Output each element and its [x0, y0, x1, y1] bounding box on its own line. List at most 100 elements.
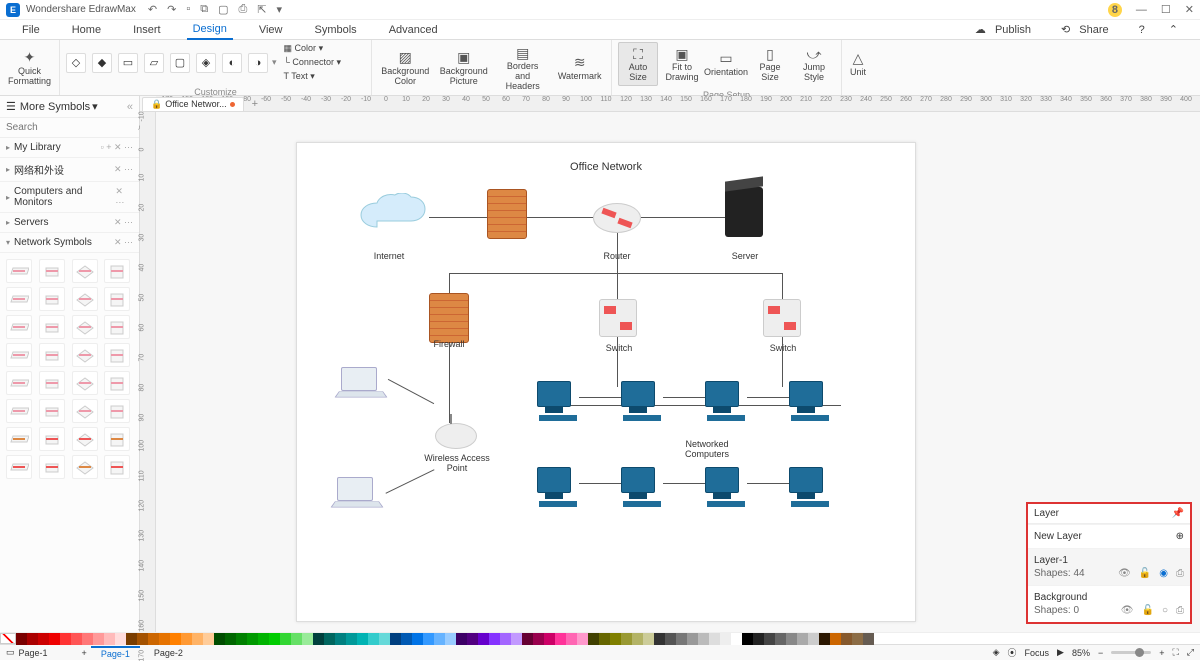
color-swatch[interactable] — [478, 633, 489, 645]
color-swatch[interactable] — [467, 633, 478, 645]
jump-style-button[interactable]: ⤻Jump Style — [794, 43, 834, 85]
symbol-stencil[interactable] — [6, 315, 32, 339]
symbol-stencil[interactable] — [72, 427, 98, 451]
color-swatch[interactable] — [126, 633, 137, 645]
laptop-1[interactable] — [337, 367, 389, 403]
page-tab-2[interactable]: Page-2 — [144, 647, 193, 659]
color-swatch[interactable] — [665, 633, 676, 645]
quick-formatting-button[interactable]: ✦Quick Formatting — [6, 47, 53, 89]
symbol-stencil[interactable] — [72, 259, 98, 283]
color-swatch[interactable] — [709, 633, 720, 645]
symbol-stencil[interactable] — [39, 455, 65, 479]
symbol-stencil[interactable] — [6, 455, 32, 479]
symbol-stencil[interactable] — [6, 427, 32, 451]
color-swatch[interactable] — [335, 633, 346, 645]
export-icon[interactable]: ⇱ — [257, 3, 266, 16]
print-layer-icon[interactable]: ⎙ — [1176, 568, 1184, 579]
color-swatch[interactable] — [357, 633, 368, 645]
page-list-icon[interactable]: ▭ — [6, 647, 15, 658]
color-swatch[interactable] — [544, 633, 555, 645]
color-swatch[interactable] — [764, 633, 775, 645]
color-swatch[interactable] — [643, 633, 654, 645]
color-swatch[interactable] — [346, 633, 357, 645]
symbol-stencil[interactable] — [6, 343, 32, 367]
pin-icon[interactable]: 📌 — [1172, 508, 1184, 519]
color-swatch[interactable] — [104, 633, 115, 645]
layer-1-row[interactable]: Layer-1 Shapes: 44👁🔓◉⎙ — [1028, 548, 1190, 585]
page-size-button[interactable]: ▯Page Size — [750, 43, 790, 85]
open-icon[interactable]: ⧉ — [200, 3, 208, 16]
color-swatch[interactable] — [159, 633, 170, 645]
symbol-stencil[interactable] — [72, 315, 98, 339]
pc-node[interactable] — [789, 467, 831, 505]
color-swatch[interactable] — [489, 633, 500, 645]
unit-button[interactable]: △Unit — [838, 48, 878, 80]
print-icon[interactable]: ⎙ — [238, 3, 247, 16]
symbol-stencil[interactable] — [104, 287, 130, 311]
fit-drawing-button[interactable]: ▣Fit to Drawing — [662, 43, 702, 85]
help-icon[interactable]: ? — [1133, 21, 1151, 39]
symbol-stencil[interactable] — [6, 371, 32, 395]
color-swatch[interactable] — [148, 633, 159, 645]
color-swatch[interactable] — [302, 633, 313, 645]
symbol-stencil[interactable] — [6, 259, 32, 283]
symbol-stencil[interactable] — [39, 399, 65, 423]
symbol-stencil[interactable] — [104, 259, 130, 283]
color-swatch[interactable] — [511, 633, 522, 645]
borders-headers-button[interactable]: ▤Borders and Headers — [495, 42, 550, 94]
color-swatch[interactable] — [632, 633, 643, 645]
ribbon-color[interactable]: ▦ Color ▾ — [281, 42, 344, 55]
drawing-page[interactable]: Office Network Internet Router Server Fi… — [296, 142, 916, 622]
redo-icon[interactable]: ↷ — [167, 3, 176, 16]
color-swatch[interactable] — [401, 633, 412, 645]
zoom-in-button[interactable]: + — [1159, 648, 1164, 658]
color-swatch[interactable] — [236, 633, 247, 645]
color-swatch[interactable] — [863, 633, 874, 645]
new-layer-row[interactable]: New Layer⊕ — [1028, 524, 1190, 548]
menu-design[interactable]: Design — [187, 20, 233, 40]
bg-picture-button[interactable]: ▣Background Picture — [437, 47, 492, 89]
color-swatch[interactable] — [379, 633, 390, 645]
color-swatch[interactable] — [445, 633, 456, 645]
color-swatch[interactable] — [203, 633, 214, 645]
color-swatch[interactable] — [577, 633, 588, 645]
pc-node[interactable] — [621, 381, 663, 419]
color-swatch[interactable] — [137, 633, 148, 645]
pc-node[interactable] — [537, 467, 579, 505]
collapse-panel-icon[interactable]: « — [127, 101, 133, 113]
color-swatch[interactable] — [786, 633, 797, 645]
color-swatch[interactable] — [841, 633, 852, 645]
theme-gallery[interactable]: ◇◆▭▱▢◈◐◑ — [66, 53, 268, 73]
new-icon[interactable]: ▫ — [186, 3, 190, 16]
firewall-node[interactable] — [429, 293, 469, 343]
color-swatch[interactable] — [676, 633, 687, 645]
switch-node-2[interactable] — [763, 299, 801, 337]
color-swatch[interactable] — [192, 633, 203, 645]
color-swatch[interactable] — [687, 633, 698, 645]
symbol-stencil[interactable] — [72, 287, 98, 311]
save-icon[interactable]: ▢ — [218, 3, 228, 16]
color-swatch[interactable] — [775, 633, 786, 645]
symbol-stencil[interactable] — [39, 343, 65, 367]
color-swatch[interactable] — [170, 633, 181, 645]
color-swatch[interactable] — [621, 633, 632, 645]
symbol-stencil[interactable] — [39, 371, 65, 395]
no-color-swatch[interactable] — [0, 633, 16, 644]
color-swatch[interactable] — [720, 633, 731, 645]
color-swatch[interactable] — [214, 633, 225, 645]
symbol-stencil[interactable] — [72, 343, 98, 367]
add-layer-icon[interactable]: ⊕ — [1176, 531, 1184, 542]
color-swatch[interactable] — [258, 633, 269, 645]
color-swatch[interactable] — [27, 633, 38, 645]
color-swatch[interactable] — [225, 633, 236, 645]
document-tab[interactable]: 🔒 Office Networ... — [142, 97, 244, 112]
share-button[interactable]: ⟲ Share — [1055, 20, 1121, 39]
library-item[interactable]: ▾Network Symbols✕ ⋯ — [0, 233, 139, 253]
color-swatch[interactable] — [71, 633, 82, 645]
color-swatch[interactable] — [313, 633, 324, 645]
color-swatch[interactable] — [93, 633, 104, 645]
fit-page-icon[interactable]: ⛶ — [1172, 647, 1178, 658]
symbol-stencil[interactable] — [72, 399, 98, 423]
color-swatch[interactable] — [423, 633, 434, 645]
menu-file[interactable]: File — [16, 21, 46, 39]
